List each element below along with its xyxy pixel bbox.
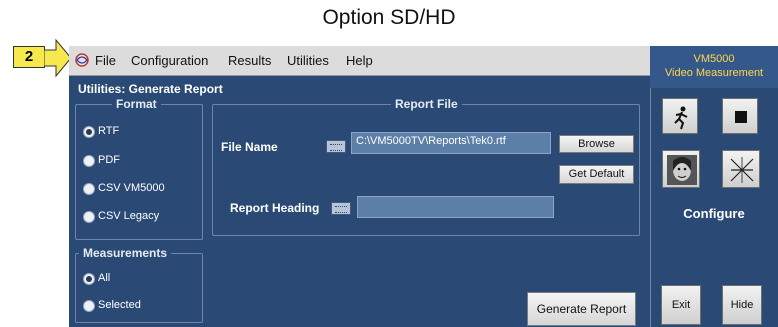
stop-square-icon xyxy=(735,111,747,123)
format-pdf-label[interactable]: PDF xyxy=(98,154,120,166)
measurements-group xyxy=(75,253,203,323)
product-header: VM5000 Video Measurement xyxy=(650,46,778,88)
waveform-button[interactable] xyxy=(722,150,760,188)
menu-utilities[interactable]: Utilities xyxy=(287,53,329,68)
report-file-legend: Report File xyxy=(391,97,462,111)
format-csv-vm5000-radio[interactable] xyxy=(83,183,95,195)
measurements-selected-radio[interactable] xyxy=(83,300,95,312)
file-name-input[interactable]: C:\VM5000TV\Reports\Tek0.rtf xyxy=(351,132,551,154)
hide-button[interactable]: Hide xyxy=(722,285,762,325)
format-csv-legacy-radio[interactable] xyxy=(83,211,95,223)
keyboard-icon[interactable] xyxy=(326,140,346,153)
product-name: VM5000 xyxy=(693,53,735,65)
format-csv-vm5000-label[interactable]: CSV VM5000 xyxy=(98,182,165,194)
file-name-label: File Name xyxy=(221,140,278,154)
exit-button[interactable]: Exit xyxy=(661,285,701,325)
get-default-button[interactable]: Get Default xyxy=(559,165,634,184)
format-rtf-radio[interactable] xyxy=(83,126,95,138)
measurements-all-label[interactable]: All xyxy=(98,272,110,284)
measurements-all-radio[interactable] xyxy=(83,273,95,285)
menu-help[interactable]: Help xyxy=(346,53,373,68)
keyboard-icon[interactable] xyxy=(331,202,351,215)
waveform-icon xyxy=(730,157,754,183)
callout-number: 2 xyxy=(13,46,45,68)
browse-button[interactable]: Browse xyxy=(559,135,634,153)
menu-results[interactable]: Results xyxy=(228,53,271,68)
run-button[interactable] xyxy=(662,98,698,134)
configure-label: Configure xyxy=(683,206,745,221)
measurements-legend: Measurements xyxy=(79,246,172,260)
format-legend: Format xyxy=(112,97,161,111)
caption: Option SD/HD xyxy=(322,6,456,29)
format-pdf-radio[interactable] xyxy=(83,155,95,167)
picture-button[interactable] xyxy=(662,150,700,188)
format-csv-legacy-label[interactable]: CSV Legacy xyxy=(98,210,159,222)
measurements-selected-label[interactable]: Selected xyxy=(98,299,141,311)
window-title: Utilities: Generate Report xyxy=(78,82,223,96)
report-heading-label: Report Heading xyxy=(230,201,320,215)
menu-bar: File Configuration Results Utilities Hel… xyxy=(69,46,650,76)
generate-report-button[interactable]: Generate Report xyxy=(527,292,636,326)
product-subtitle: Video Measurement xyxy=(664,67,764,79)
face-picture-icon xyxy=(667,155,697,185)
callout-arrow xyxy=(44,38,72,78)
report-heading-input[interactable] xyxy=(357,196,554,218)
menu-configuration[interactable]: Configuration xyxy=(131,53,208,68)
format-rtf-label[interactable]: RTF xyxy=(98,125,119,137)
menu-file[interactable]: File xyxy=(95,53,116,68)
app-logo-icon[interactable] xyxy=(74,52,90,68)
running-figure-icon xyxy=(674,106,688,130)
stop-button[interactable] xyxy=(722,98,758,134)
